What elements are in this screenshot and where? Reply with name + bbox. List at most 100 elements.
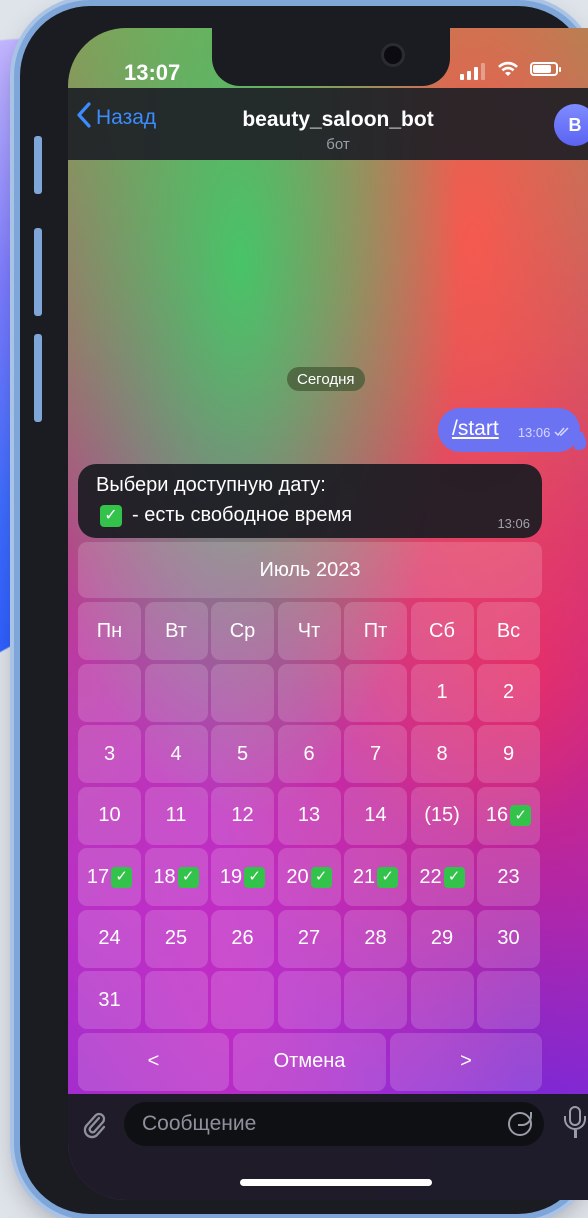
date-separator: Сегодня: [287, 367, 365, 391]
cancel-button[interactable]: Отмена: [233, 1032, 386, 1091]
day-button[interactable]: 7: [344, 725, 407, 783]
empty-day-button[interactable]: [211, 971, 274, 1029]
day-button[interactable]: 3: [78, 725, 141, 783]
incoming-message: Выбери доступную дату: ✓ - есть свободно…: [78, 464, 542, 538]
day-button[interactable]: 21 ✓: [344, 848, 407, 906]
home-indicator: [240, 1179, 432, 1186]
day-button[interactable]: 2: [477, 663, 540, 722]
day-label: 8: [436, 742, 448, 765]
day-button[interactable]: 22 ✓: [410, 848, 474, 906]
message-line-text: - есть свободное время: [132, 504, 353, 526]
day-button[interactable]: 10: [78, 786, 141, 845]
day-label: 9: [502, 742, 515, 765]
day-label: 19: [219, 865, 243, 888]
day-button[interactable]: 20 ✓: [277, 848, 341, 906]
empty-day-button[interactable]: [477, 971, 540, 1029]
day-button[interactable]: (15): [410, 786, 474, 845]
day-button[interactable]: 5: [211, 725, 274, 783]
weekday-button[interactable]: Ср: [211, 602, 274, 660]
empty-day-button[interactable]: [277, 663, 341, 722]
day-button[interactable]: 13: [277, 786, 341, 845]
message-line: ✓ - есть свободное время: [100, 504, 352, 527]
day-button[interactable]: 11: [144, 786, 208, 845]
sticker-icon[interactable]: [508, 1112, 532, 1136]
day-label: 30: [497, 927, 520, 949]
day-button[interactable]: 27: [277, 909, 341, 968]
battery-icon: [530, 62, 561, 76]
outgoing-message[interactable]: /start 13:06: [438, 408, 580, 452]
day-label: 13: [297, 804, 321, 826]
chat-header: Назад beauty_saloon_bot бот: [68, 88, 588, 160]
day-button[interactable]: 6: [277, 725, 341, 783]
day-label: 6: [303, 742, 315, 765]
day-label: 22: [419, 865, 442, 888]
prev-month-button[interactable]: <: [78, 1032, 229, 1091]
day-button[interactable]: 17 ✓: [78, 848, 141, 906]
check-mark-icon: ✓: [377, 866, 399, 888]
day-label: 12: [231, 804, 254, 826]
day-label: 10: [98, 804, 121, 826]
empty-day-button[interactable]: [211, 663, 274, 722]
calendar-month-button[interactable]: Июль 2023: [78, 542, 542, 598]
empty-day-button[interactable]: [144, 663, 208, 722]
weekday-button[interactable]: Сб: [410, 602, 474, 660]
day-button[interactable]: 25: [144, 909, 208, 968]
weekday-button[interactable]: Пт: [344, 602, 407, 660]
day-label: 27: [297, 927, 321, 949]
day-button[interactable]: 16 ✓: [477, 786, 540, 845]
weekday-button[interactable]: Чт: [277, 602, 341, 660]
empty-day-button[interactable]: [78, 663, 141, 722]
command-link[interactable]: /start: [452, 417, 499, 441]
day-button[interactable]: 1: [410, 663, 474, 722]
chat-subtitle: бот: [326, 136, 350, 153]
day-button[interactable]: 19 ✓: [211, 848, 274, 906]
day-button[interactable]: 4: [144, 725, 208, 783]
weekday-button[interactable]: Вс: [477, 602, 540, 660]
check-mark-icon: ✓: [510, 805, 532, 826]
day-label: 21: [352, 865, 376, 888]
avatar[interactable]: B: [554, 104, 588, 146]
day-button[interactable]: 14: [344, 786, 407, 845]
empty-day-button[interactable]: [344, 971, 407, 1029]
microphone-icon[interactable]: [563, 1106, 587, 1140]
day-button[interactable]: 12: [211, 786, 274, 845]
day-label: 2: [502, 681, 515, 703]
check-mark-icon: ✓: [443, 866, 465, 888]
day-button[interactable]: 18 ✓: [144, 848, 208, 906]
phone-button-volume-down: [34, 334, 42, 422]
check-mark-icon: ✓: [310, 866, 332, 888]
weekday-button[interactable]: Пн: [78, 602, 141, 660]
wifi-icon: [496, 58, 520, 82]
empty-day-button[interactable]: [144, 971, 208, 1029]
day-button[interactable]: 30: [477, 909, 540, 968]
day-button[interactable]: 23: [477, 848, 540, 906]
day-button[interactable]: 9: [477, 725, 540, 783]
day-button[interactable]: 29: [410, 909, 474, 968]
day-button[interactable]: 24: [78, 909, 141, 968]
day-button[interactable]: 28: [344, 909, 407, 968]
day-label: 11: [165, 804, 187, 826]
day-label: 23: [497, 865, 520, 888]
day-button[interactable]: 26: [211, 909, 274, 968]
empty-day-button[interactable]: [277, 971, 341, 1029]
day-label: 18: [153, 865, 176, 888]
day-label: 17: [86, 865, 110, 888]
next-month-button[interactable]: >: [390, 1032, 542, 1091]
status-bar: 13:07: [68, 28, 588, 88]
phone-frame: 13:07 Назад beauty_saloon_bot бот B Сего…: [20, 6, 588, 1214]
empty-day-button[interactable]: [410, 971, 474, 1029]
day-button[interactable]: 8: [410, 725, 474, 783]
day-label: 20: [286, 865, 309, 888]
message-input[interactable]: [124, 1102, 544, 1146]
empty-day-button[interactable]: [344, 663, 407, 722]
signal-icon: [460, 62, 500, 80]
day-label: 7: [369, 742, 382, 765]
day-label: 4: [170, 742, 182, 765]
paperclip-icon[interactable]: [80, 1110, 110, 1140]
status-time: 13:07: [124, 60, 181, 85]
check-mark-icon: ✓: [177, 866, 199, 888]
day-button[interactable]: 31: [78, 971, 141, 1029]
day-label: 24: [98, 927, 121, 949]
weekday-button[interactable]: Вт: [144, 602, 208, 660]
chat-title[interactable]: beauty_saloon_bot: [68, 108, 588, 132]
